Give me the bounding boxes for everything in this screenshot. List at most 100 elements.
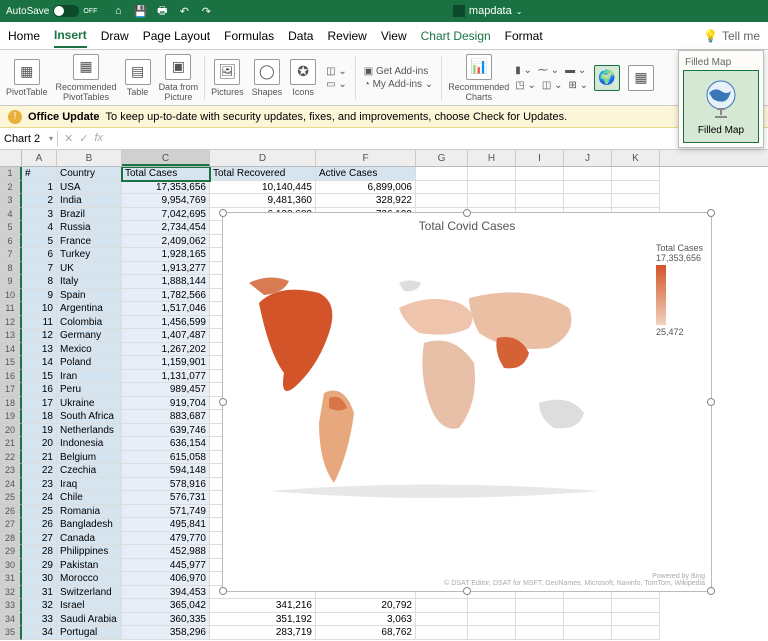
cell[interactable]: 3 bbox=[22, 208, 57, 222]
recommended-pivottables-button[interactable]: ▦Recommended PivotTables bbox=[54, 52, 119, 104]
row-header[interactable]: 19 bbox=[0, 410, 22, 424]
statistic-chart-icon[interactable]: ◫ ⌄ bbox=[542, 80, 563, 91]
cell[interactable]: 452,988 bbox=[122, 545, 210, 559]
cell[interactable]: 495,841 bbox=[122, 518, 210, 532]
cell[interactable]: 18 bbox=[22, 410, 57, 424]
tab-formulas[interactable]: Formulas bbox=[224, 25, 274, 47]
row-header[interactable]: 20 bbox=[0, 424, 22, 438]
save-icon[interactable]: 💾 bbox=[133, 4, 147, 18]
cell[interactable]: Switzerland bbox=[57, 586, 122, 600]
cell[interactable]: 15 bbox=[22, 370, 57, 384]
cell[interactable]: 13 bbox=[22, 343, 57, 357]
col-header-I[interactable]: I bbox=[516, 150, 564, 166]
cell[interactable]: 68,762 bbox=[316, 626, 416, 640]
row-header[interactable]: 4 bbox=[0, 208, 22, 222]
cell[interactable]: 12 bbox=[22, 329, 57, 343]
pictures-button[interactable]: 🖼Pictures bbox=[209, 57, 246, 99]
cell[interactable]: Peru bbox=[57, 383, 122, 397]
cell[interactable]: 1,407,487 bbox=[122, 329, 210, 343]
row-header[interactable]: 25 bbox=[0, 491, 22, 505]
cell[interactable]: 11 bbox=[22, 316, 57, 330]
cell[interactable]: Philippines bbox=[57, 545, 122, 559]
cell[interactable]: Israel bbox=[57, 599, 122, 613]
cell[interactable]: Total Cases bbox=[122, 167, 210, 181]
cell[interactable]: 5 bbox=[22, 235, 57, 249]
row-header[interactable]: 31 bbox=[0, 572, 22, 586]
row-header[interactable]: 34 bbox=[0, 613, 22, 627]
cell[interactable]: 20 bbox=[22, 437, 57, 451]
cell[interactable]: 479,770 bbox=[122, 532, 210, 546]
cell[interactable]: 14 bbox=[22, 356, 57, 370]
cell[interactable]: 1,888,144 bbox=[122, 275, 210, 289]
cell[interactable]: # bbox=[22, 167, 57, 181]
cell[interactable]: South Africa bbox=[57, 410, 122, 424]
cell[interactable]: 26 bbox=[22, 518, 57, 532]
cell[interactable]: 328,922 bbox=[316, 194, 416, 208]
cell[interactable]: Ukraine bbox=[57, 397, 122, 411]
spreadsheet-grid[interactable]: A B C D F G H I J K 1#CountryTotal Cases… bbox=[0, 150, 768, 641]
hierarchy-chart-icon[interactable]: ◳ ⌄ bbox=[515, 80, 536, 91]
cell[interactable]: 6,899,006 bbox=[316, 181, 416, 195]
cell[interactable]: Country bbox=[57, 167, 122, 181]
row-header[interactable]: 28 bbox=[0, 532, 22, 546]
cell[interactable]: 1 bbox=[22, 181, 57, 195]
col-header-G[interactable]: G bbox=[416, 150, 468, 166]
col-header-J[interactable]: J bbox=[564, 150, 612, 166]
row-header[interactable]: 3 bbox=[0, 194, 22, 208]
cell[interactable]: 2,409,062 bbox=[122, 235, 210, 249]
embedded-chart[interactable]: Total Covid Cases Total Cases 17,353,656… bbox=[222, 212, 712, 592]
cell[interactable]: Spain bbox=[57, 289, 122, 303]
cell[interactable]: 30 bbox=[22, 572, 57, 586]
cell[interactable]: 33 bbox=[22, 613, 57, 627]
fx-icon[interactable]: fx bbox=[94, 132, 103, 145]
cell[interactable]: 1,131,077 bbox=[122, 370, 210, 384]
cell[interactable]: 8 bbox=[22, 275, 57, 289]
cell[interactable]: 576,731 bbox=[122, 491, 210, 505]
cell[interactable]: Iraq bbox=[57, 478, 122, 492]
cell[interactable]: USA bbox=[57, 181, 122, 195]
col-header-A[interactable]: A bbox=[22, 150, 57, 166]
col-header-B[interactable]: B bbox=[57, 150, 122, 166]
cell[interactable]: Active Cases bbox=[316, 167, 416, 181]
row-header[interactable]: 13 bbox=[0, 329, 22, 343]
cell[interactable]: Turkey bbox=[57, 248, 122, 262]
row-header[interactable]: 17 bbox=[0, 383, 22, 397]
my-addins-button[interactable]: ◔ My Add-ins ⌄ bbox=[364, 79, 433, 90]
cell[interactable]: 27 bbox=[22, 532, 57, 546]
cell[interactable]: 20,792 bbox=[316, 599, 416, 613]
cell[interactable]: 4 bbox=[22, 221, 57, 235]
cell[interactable]: Russia bbox=[57, 221, 122, 235]
cell[interactable]: 394,453 bbox=[122, 586, 210, 600]
cell[interactable]: 34 bbox=[22, 626, 57, 640]
resize-handle[interactable] bbox=[707, 209, 715, 217]
cell[interactable]: 2 bbox=[22, 194, 57, 208]
cell[interactable]: 10 bbox=[22, 302, 57, 316]
table-button[interactable]: ▤Table bbox=[123, 57, 153, 99]
cell[interactable]: 636,154 bbox=[122, 437, 210, 451]
resize-handle[interactable] bbox=[707, 587, 715, 595]
cell[interactable]: 29 bbox=[22, 559, 57, 573]
tab-draw[interactable]: Draw bbox=[101, 25, 129, 47]
row-header[interactable]: 35 bbox=[0, 626, 22, 640]
cell[interactable]: Portugal bbox=[57, 626, 122, 640]
resize-handle[interactable] bbox=[707, 398, 715, 406]
row-header[interactable]: 23 bbox=[0, 464, 22, 478]
tab-page-layout[interactable]: Page Layout bbox=[143, 25, 210, 47]
cell[interactable]: 1,928,165 bbox=[122, 248, 210, 262]
row-header[interactable]: 11 bbox=[0, 302, 22, 316]
row-header[interactable]: 10 bbox=[0, 289, 22, 303]
cell[interactable]: Belgium bbox=[57, 451, 122, 465]
cell[interactable]: 19 bbox=[22, 424, 57, 438]
row-header[interactable]: 1 bbox=[0, 167, 22, 181]
cell[interactable]: 17,353,656 bbox=[122, 181, 210, 195]
select-all-corner[interactable] bbox=[0, 150, 22, 166]
cell[interactable]: 1,782,566 bbox=[122, 289, 210, 303]
cell[interactable]: 351,192 bbox=[210, 613, 316, 627]
row-header[interactable]: 16 bbox=[0, 370, 22, 384]
cell[interactable]: Poland bbox=[57, 356, 122, 370]
row-header[interactable]: 27 bbox=[0, 518, 22, 532]
cell[interactable]: Mexico bbox=[57, 343, 122, 357]
filled-map-option[interactable]: Filled Map bbox=[683, 70, 759, 143]
resize-handle[interactable] bbox=[219, 209, 227, 217]
cell[interactable]: 9 bbox=[22, 289, 57, 303]
